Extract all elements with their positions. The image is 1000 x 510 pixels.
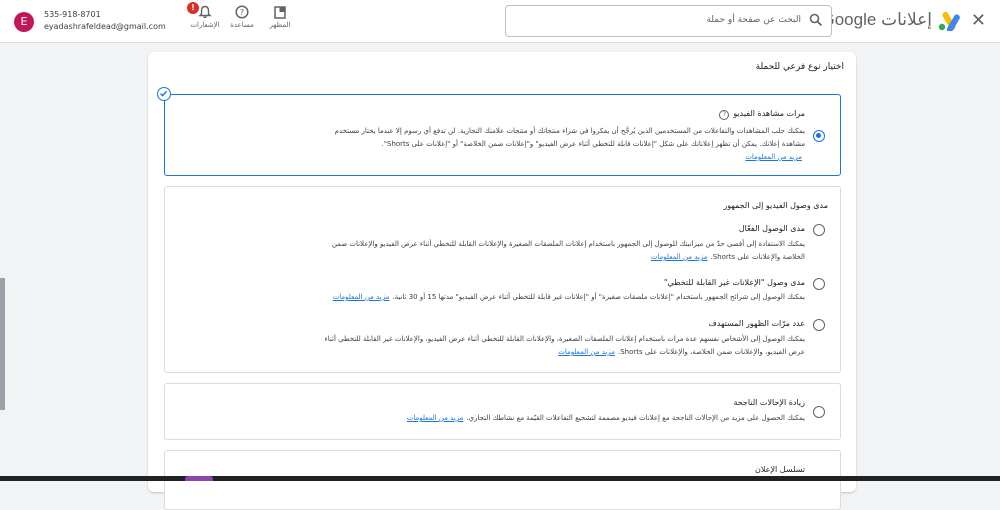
option-video-views[interactable]: مرات مشاهدة الفيديو? يمكنك جلب المشاهدات… [157,87,841,176]
appearance-button[interactable]: المظهر [260,5,300,29]
option-description: يمكنك الاستفادة إلى أقصى حدّ من ميزانيتك… [175,238,805,264]
option-title: عدد مرّات الظهور المستهدف [708,319,805,328]
appearance-icon [274,6,286,19]
option-title: زيادة الإحالات الناجحة [733,398,805,407]
learn-more-link[interactable]: مزيد من المعلومات [745,153,802,161]
option-title: مدى وصول "الإعلانات غير القابلة للتخطي" [663,278,805,287]
appearance-label: المظهر [269,21,291,29]
radio-efficient-reach[interactable] [813,224,825,236]
radio-non-skippable-reach[interactable] [813,278,825,290]
learn-more-link[interactable]: مزيد من المعلومات [651,253,708,261]
brand-ads: إعلانات [881,10,932,29]
radio-video-views[interactable] [813,130,825,142]
option-description-line: يمكنك الوصول إلى شرائح الجمهور باستخدام … [392,293,805,301]
option-description: يمكنك الوصول إلى الأشخاص نفسهم عدة مرات … [175,333,805,359]
learn-more-link[interactable]: مزيد من المعلومات [558,348,615,356]
svg-text:?: ? [240,8,244,17]
option-description: يمكنك الوصول إلى شرائح الجمهور باستخدام … [175,291,805,304]
top-bar: ✕ Google إعلانات البحث عن صفحة أو حملة ا… [0,0,1000,43]
notifications-button[interactable]: ! الإشعارات [185,2,225,29]
taskbar-app-icon[interactable] [185,476,213,481]
account-email: eyadashrafeldead@gmail.com [44,22,166,31]
option-description-line: يمكنك جلب المشاهدات والتفاعلات من المستخ… [334,127,805,135]
option-description-line: الخلاصة والإعلانات على Shorts. [710,253,806,261]
group-title: مدى وصول الفيديو إلى الجمهور [723,201,828,210]
search-input[interactable]: البحث عن صفحة أو حملة [505,5,832,37]
selected-check-icon [157,87,171,101]
help-label: مساعدة [230,21,254,29]
option-description-line: يمكنك الحصول على مزيد من الإحالات الناجح… [466,414,805,422]
option-title: تسلسل الإعلان [755,465,805,474]
close-icon[interactable]: ✕ [971,10,986,31]
taskbar [0,476,1000,481]
search-placeholder: البحث عن صفحة أو حملة [706,15,801,25]
avatar: E [14,12,34,32]
option-title-text: مرات مشاهدة الفيديو [733,109,805,118]
option-description: يمكنك جلب المشاهدات والتفاعلات من المستخ… [175,125,805,164]
check-icon [160,90,168,97]
search-icon [809,13,823,27]
account-phone: 535-918-8701 [44,10,101,19]
radio-target-frequency[interactable] [813,319,825,331]
notifications-label: الإشعارات [190,21,220,29]
option-title: مدى الوصول الفعّال [738,224,805,233]
option-conversions[interactable]: زيادة الإحالات الناجحة يمكنك الحصول على … [164,383,841,440]
radio-conversions[interactable] [813,406,825,418]
option-description: يمكنك الحصول على مزيد من الإحالات الناجح… [175,412,805,425]
notification-badge: ! [187,2,199,14]
learn-more-link[interactable]: مزيد من المعلومات [407,414,464,422]
bell-icon [198,5,212,19]
option-description-line: مشاهدة إعلانك. يمكن أن تظهر إعلاناتك على… [381,140,805,148]
subtype-card: اختيار نوع فرعي للحملة مرات مشاهدة الفيد… [148,52,856,510]
brand-title: Google إعلانات [822,10,933,30]
option-description-line: عرض الفيديو، والإعلانات ضمن الخلاصة، وال… [617,348,805,356]
page-title: اختيار نوع فرعي للحملة [755,62,844,72]
help-button[interactable]: ? مساعدة [222,5,262,29]
left-scrollbar[interactable] [0,278,5,410]
help-circle-icon[interactable]: ? [719,110,730,120]
option-title: مرات مشاهدة الفيديو? [719,109,805,120]
help-icon: ? [235,5,249,19]
option-description-line: يمكنك الوصول إلى الأشخاص نفسهم عدة مرات … [324,335,805,343]
option-description-line: يمكنك الاستفادة إلى أقصى حدّ من ميزانيتك… [331,240,805,248]
google-ads-logo-icon [938,11,960,31]
reach-group: مدى وصول الفيديو إلى الجمهور مدى الوصول … [164,186,841,373]
learn-more-link[interactable]: مزيد من المعلومات [333,293,390,301]
